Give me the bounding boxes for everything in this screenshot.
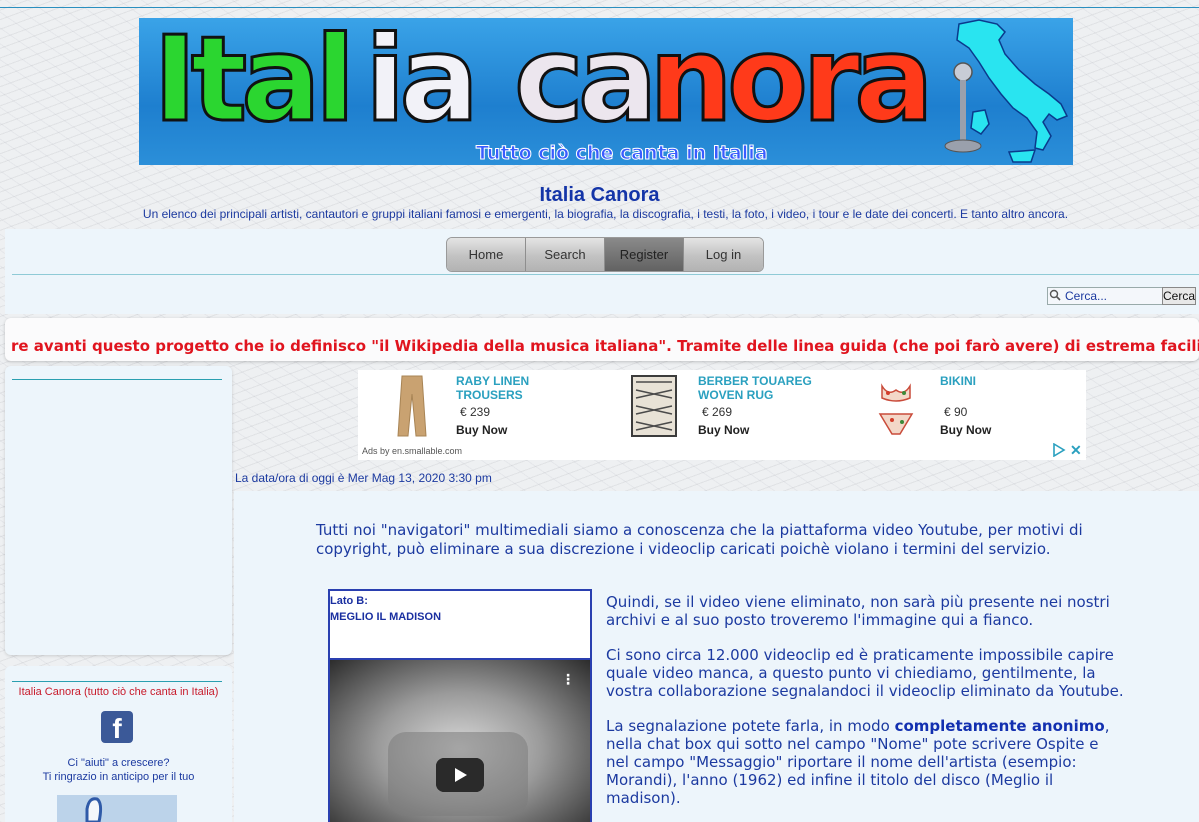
italy-map-icon <box>944 19 1069 163</box>
nav-register[interactable]: Register <box>605 238 684 271</box>
bikini-image <box>878 383 914 435</box>
thumbs-up-icon <box>85 797 103 822</box>
ad-price: € 90 <box>944 405 968 419</box>
current-datetime: La data/ora di oggi è Mer Mag 13, 2020 3… <box>235 471 492 485</box>
video-caption-title: MEGLIO IL MADISON <box>330 611 442 623</box>
ad-close-icon[interactable]: ✕ <box>1070 442 1082 459</box>
banner-word-ital: Ital <box>151 18 356 148</box>
sidebar-divider-bottom <box>12 681 222 682</box>
intro-text: Tutti noi "navigatori" multimediali siam… <box>316 521 1083 558</box>
nav-login[interactable]: Log in <box>684 238 763 271</box>
ad-buy-link[interactable]: Buy Now <box>698 423 749 437</box>
adchoices-icon[interactable] <box>1052 443 1066 457</box>
search-button[interactable]: Cerca <box>1162 287 1196 305</box>
ad-buy-link[interactable]: Buy Now <box>456 423 507 437</box>
search-icon <box>1049 289 1061 301</box>
sidebar-divider <box>12 379 222 380</box>
ad-item[interactable]: BERBER TOUAREG WOVEN RUG € 269 Buy Now <box>600 370 842 442</box>
facebook-icon[interactable]: f <box>101 711 133 744</box>
ad-attribution[interactable]: Ads by en.smallable.com <box>362 446 462 456</box>
advertisement-banner[interactable]: RABY LINEN TROUSERS € 239 Buy Now BERBER… <box>358 370 1086 460</box>
site-banner[interactable]: Ital ia ca nora Tutto ciò che canta in I… <box>139 18 1073 165</box>
video-caption-side: Lato B: <box>330 595 368 607</box>
paragraph-3-bold: completamente anonimo <box>894 717 1105 735</box>
ad-price: € 239 <box>460 405 491 419</box>
top-rule <box>0 7 1199 8</box>
announcement-text: re avanti questo progetto che io definis… <box>11 337 1199 355</box>
support-line-2: Ti ringrazio in anticipo per il tuo <box>42 771 195 783</box>
ad-title[interactable]: BERBER TOUAREG WOVEN RUG <box>698 374 838 402</box>
scrolling-announcement: re avanti questo progetto che io definis… <box>5 318 1199 361</box>
rug-image <box>631 375 677 437</box>
ad-price: € 269 <box>702 405 733 419</box>
support-line-1: Ci "aiuti" a crescere? <box>67 757 170 769</box>
play-icon[interactable] <box>436 758 484 792</box>
video-menu-icon[interactable]: ⋮ <box>561 672 575 688</box>
trousers-image <box>397 375 427 437</box>
banner-word-ca: ca <box>513 18 660 148</box>
paragraph-1: Quindi, se il video viene eliminato, non… <box>606 593 1110 629</box>
search-input[interactable]: Cerca... <box>1047 287 1163 305</box>
sidebar-heading: Italia Canora (tutto ciò che canta in It… <box>18 686 219 698</box>
nav-divider <box>12 274 1199 275</box>
banner-tagline: Tutto ciò che canta in Italia <box>476 142 769 165</box>
paragraph-3-start: La segnalazione potete farla, in modo <box>606 717 895 735</box>
paragraph-2: Ci sono circa 12.000 videoclip ed è prat… <box>606 646 1124 700</box>
nav-home[interactable]: Home <box>447 238 526 271</box>
ad-item[interactable]: BIKINI € 90 Buy Now <box>842 370 1084 442</box>
ad-item[interactable]: RABY LINEN TROUSERS € 239 Buy Now <box>358 370 600 442</box>
site-title[interactable]: Italia Canora <box>0 184 1199 207</box>
main-nav: Home Search Register Log in <box>446 237 764 272</box>
ad-title[interactable]: RABY LINEN TROUSERS <box>456 374 596 402</box>
ad-buy-link[interactable]: Buy Now <box>940 423 991 437</box>
ad-title[interactable]: BIKINI <box>940 374 1080 388</box>
sidebar-support-text: Ci "aiuti" a crescere? Ti ringrazio in a… <box>5 756 232 784</box>
video-caption: Lato B: MEGLIO IL MADISON <box>330 593 441 625</box>
banner-word-ia: ia <box>363 18 480 148</box>
explanation-text: Quindi, se il video viene eliminato, non… <box>606 593 1126 822</box>
thumbs-up-image[interactable] <box>57 795 177 822</box>
site-description: Un elenco dei principali artisti, cantau… <box>142 207 1069 221</box>
sidebar-panel-top <box>5 366 232 655</box>
paragraph-3: La segnalazione potete farla, in modo co… <box>606 717 1126 807</box>
banner-word-nora: nora <box>648 18 936 148</box>
nav-search[interactable]: Search <box>526 238 605 271</box>
